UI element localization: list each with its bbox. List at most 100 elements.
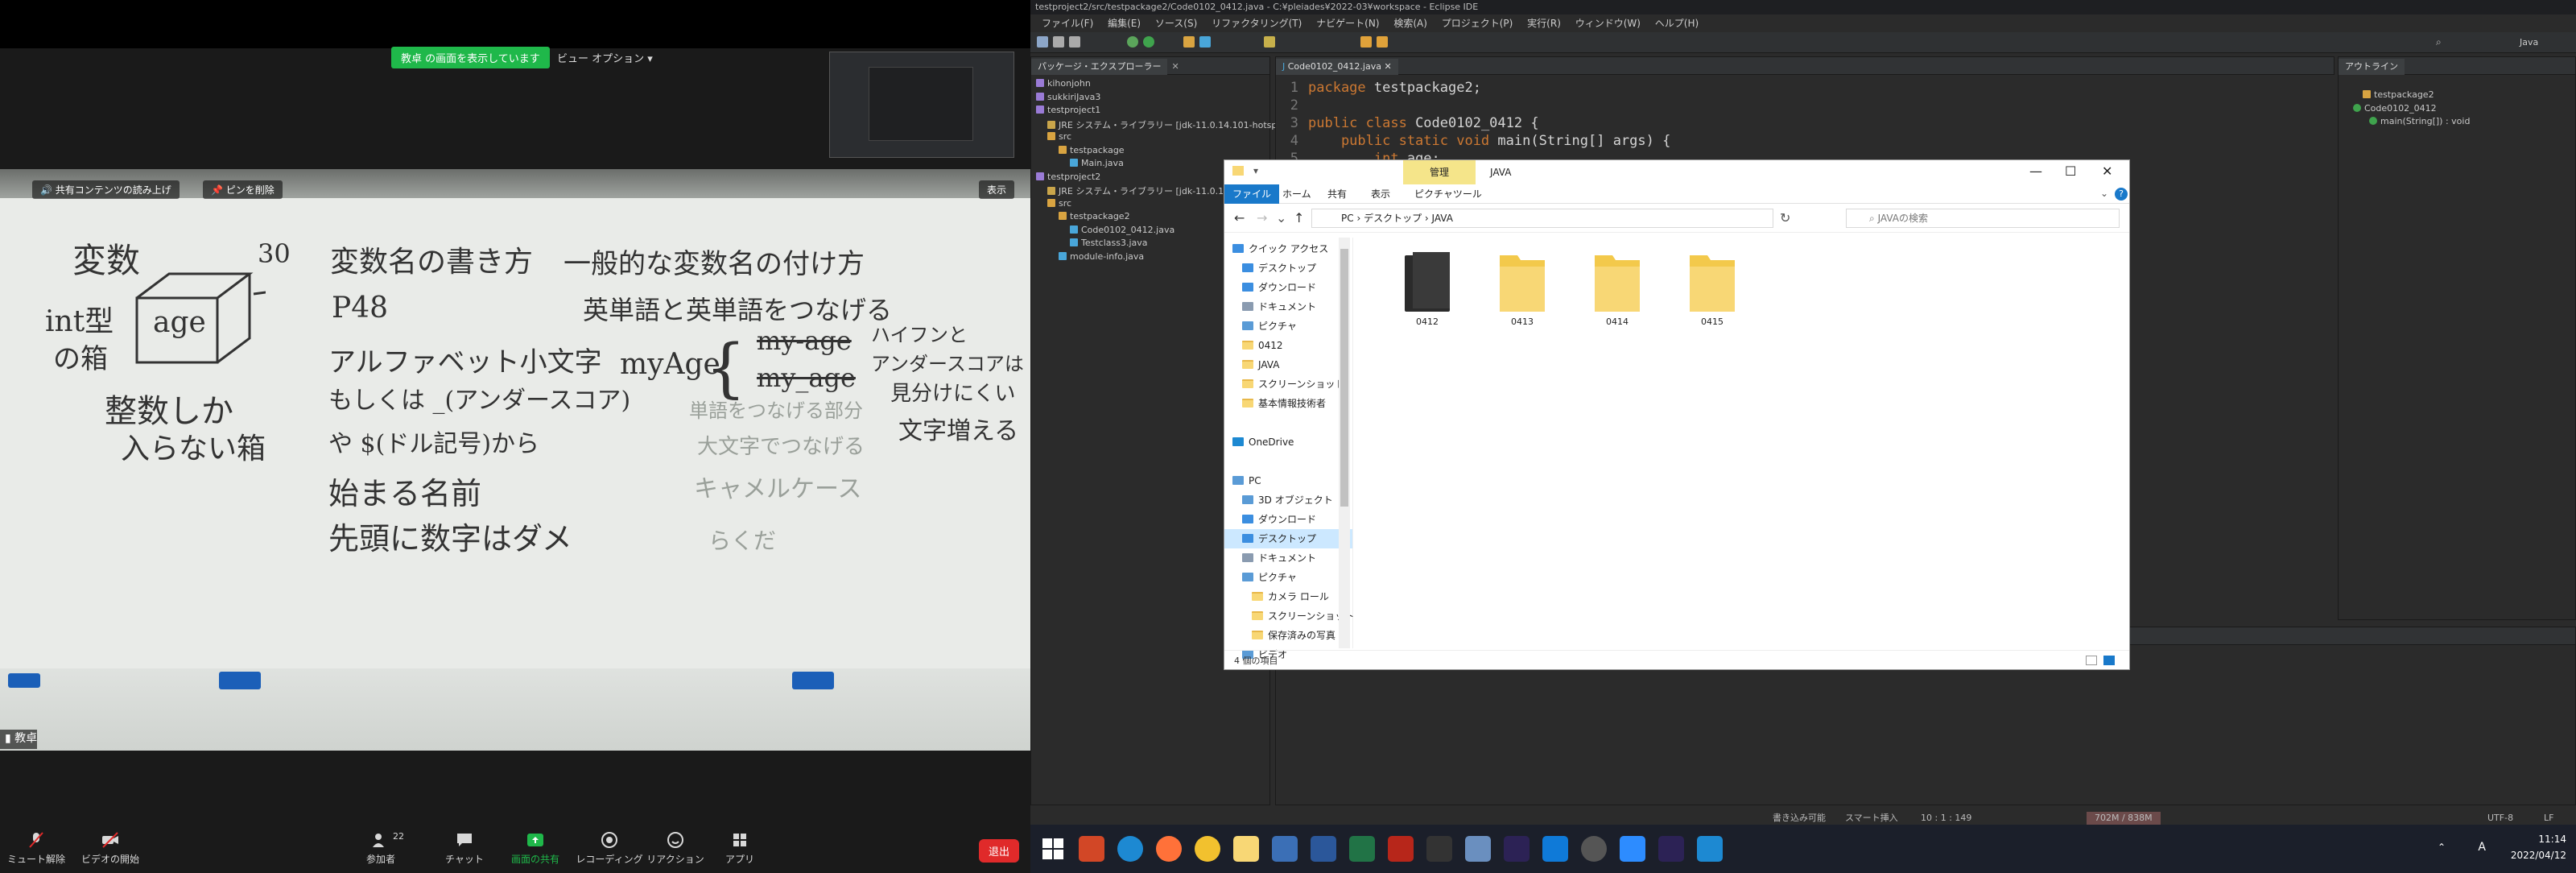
nav-item[interactable]: ダウンロード <box>1224 510 1352 529</box>
ime-indicator[interactable]: A <box>2478 839 2486 855</box>
maximize-icon[interactable]: ☐ <box>2065 163 2076 179</box>
nav-item[interactable]: スクリーンショット📌 <box>1224 374 1352 408</box>
tree-item[interactable]: testpackage <box>1036 145 1269 159</box>
menu-refactor[interactable]: リファクタリング(T) <box>1212 18 1302 29</box>
search-input[interactable]: ⌕ JAVAの検索 <box>1846 209 2120 228</box>
menu-source[interactable]: ソース(S) <box>1155 18 1197 29</box>
nav-item[interactable]: JAVA📌 <box>1224 355 1352 374</box>
address-bar[interactable]: PC › デスクトップ › JAVA <box>1311 209 1773 228</box>
breadcrumb-desktop[interactable]: デスクトップ <box>1364 213 1422 224</box>
help-icon[interactable]: ? <box>2115 188 2128 201</box>
network-app-icon[interactable] <box>1465 836 1491 862</box>
code-line[interactable]: 4 public static void main(String[] args)… <box>1276 133 2335 151</box>
folder-item-0412[interactable]: 0412 <box>1387 249 1468 327</box>
back-arrow-icon[interactable] <box>1360 36 1372 48</box>
back-arrow-icon[interactable]: ← <box>1234 210 1245 225</box>
nav-item[interactable]: 基本情報技術者 <box>1224 394 1352 413</box>
terminal-icon[interactable] <box>1426 836 1452 862</box>
folder-item-0414[interactable]: 0414 <box>1577 249 1657 327</box>
apps-button[interactable]: アプリ <box>704 831 776 866</box>
word-icon[interactable] <box>1311 836 1336 862</box>
menu-project[interactable]: プロジェクト(P) <box>1442 18 1513 29</box>
tab-outline[interactable]: アウトライン <box>2339 59 2405 75</box>
tree-item[interactable]: sukkiriJava3 <box>1036 92 1269 106</box>
tree-item[interactable]: JRE システム・ライブラリー [jdk-11.0.14.101-hotspot… <box>1036 118 1290 132</box>
nav-item[interactable]: OneDrive <box>1224 432 1352 452</box>
outline-package[interactable]: testpackage2 <box>2347 89 2575 103</box>
video-view-button[interactable]: 表示 <box>979 180 1015 199</box>
unpin-button[interactable]: 📌 ピンを削除 <box>203 180 283 199</box>
self-video-thumbnail[interactable] <box>829 52 1014 158</box>
record-button[interactable]: レコーディング <box>573 831 646 866</box>
reactions-button[interactable]: リアクション <box>639 831 712 866</box>
leave-button[interactable]: 退出 <box>978 839 1019 863</box>
folder-item-0413[interactable]: 0413 <box>1482 249 1563 327</box>
nav-item[interactable]: ピクチャ📌 <box>1224 317 1352 336</box>
menu-help[interactable]: ヘルプ(H) <box>1655 18 1699 29</box>
edge-icon[interactable] <box>1117 836 1143 862</box>
nav-item[interactable]: デスクトップ <box>1224 529 1352 548</box>
nav-item[interactable]: ダウンロード📌 <box>1224 278 1352 297</box>
powerpoint-icon[interactable] <box>1079 836 1104 862</box>
eclipse-icon[interactable] <box>1504 836 1530 862</box>
menu-edit[interactable]: 編集(E) <box>1108 18 1141 29</box>
ribbon-tab-view[interactable]: 表示 <box>1363 184 1398 204</box>
tree-item[interactable]: testproject1 <box>1036 105 1269 118</box>
manage-tab[interactable]: 管理 <box>1403 160 1476 184</box>
folder-item-0415[interactable]: 0415 <box>1672 249 1752 327</box>
firefox-icon[interactable] <box>1156 836 1182 862</box>
tab-package-explorer[interactable]: パッケージ・エクスプローラー <box>1031 59 1168 75</box>
nav-item[interactable]: ピクチャ <box>1224 568 1352 587</box>
tree-item[interactable]: kihonjohn <box>1036 78 1269 92</box>
chevron-down-icon[interactable]: ⌄ <box>1276 210 1286 225</box>
breadcrumb-java[interactable]: JAVA <box>1432 213 1453 224</box>
nav-item[interactable]: 保存済みの写真 <box>1224 626 1352 645</box>
details-view-icon[interactable] <box>2086 656 2097 665</box>
java-perspective-button[interactable]: Java <box>2520 37 2538 48</box>
vscode-icon[interactable] <box>1542 836 1568 862</box>
package-icon[interactable] <box>1183 36 1195 48</box>
ribbon-tab-home[interactable]: ホーム <box>1274 184 1319 204</box>
close-icon[interactable]: ✕ <box>1172 61 1179 72</box>
up-arrow-icon[interactable]: ↑ <box>1294 210 1304 225</box>
breadcrumb-pc[interactable]: PC <box>1341 213 1354 224</box>
forward-arrow-icon[interactable]: → <box>1257 210 1267 225</box>
photos-icon[interactable] <box>1697 836 1723 862</box>
quick-access-toolbar-icon[interactable]: ▾ <box>1253 165 1258 176</box>
tray-overflow-icon[interactable]: ⌃ <box>2438 839 2446 855</box>
tree-item[interactable]: src <box>1036 131 1269 145</box>
nav-item[interactable]: 0412📌 <box>1224 336 1352 355</box>
ribbon-tab-file[interactable]: ファイル <box>1224 184 1280 204</box>
minimize-icon[interactable]: — <box>2029 163 2042 179</box>
outline-method[interactable]: main(String[]) : void <box>2347 116 2575 130</box>
status-memory[interactable]: 702M / 838M <box>2087 812 2161 825</box>
save-icon[interactable] <box>1053 36 1064 48</box>
file-explorer-icon[interactable] <box>1233 836 1259 862</box>
nav-item[interactable]: 3D オブジェクト <box>1224 490 1352 510</box>
code-line[interactable]: 1 package testpackage2; <box>1276 80 2335 97</box>
close-icon[interactable]: ✕ <box>2102 163 2112 179</box>
forward-arrow-icon[interactable] <box>1377 36 1388 48</box>
menu-search[interactable]: 検索(A) <box>1393 18 1427 29</box>
chevron-down-icon[interactable]: ⌄ <box>2100 188 2108 199</box>
system-tray[interactable]: ⌃ A 11:14 2022/04/12 <box>2438 831 2566 863</box>
close-icon[interactable]: ✕ <box>1384 61 1391 72</box>
nav-item[interactable]: クイック アクセス <box>1224 239 1352 259</box>
read-shared-content-button[interactable]: 🔊 共有コンテンツの読み上げ <box>32 180 180 199</box>
refresh-icon[interactable]: ↻ <box>1780 210 1790 225</box>
debug-icon[interactable] <box>1127 36 1138 48</box>
nav-item[interactable]: カメラ ロール <box>1224 587 1352 606</box>
run-icon[interactable] <box>1143 36 1154 48</box>
nav-item[interactable]: PC <box>1224 471 1352 490</box>
outline-class[interactable]: Code0102_0412 <box>2347 103 2575 117</box>
notepad-icon[interactable] <box>1272 836 1298 862</box>
view-options-menu[interactable]: ビュー オプション ▾ <box>557 50 653 65</box>
nav-item[interactable]: デスクトップ📌 <box>1224 259 1352 278</box>
print-icon[interactable] <box>1069 36 1080 48</box>
mute-button[interactable]: ミュート解除 <box>0 831 72 866</box>
chrome-icon[interactable] <box>1195 836 1220 862</box>
new-icon[interactable] <box>1037 36 1048 48</box>
start-video-button[interactable]: ビデオの開始 <box>74 831 147 866</box>
class-icon[interactable] <box>1199 36 1211 48</box>
menu-run[interactable]: 実行(R) <box>1527 18 1561 29</box>
